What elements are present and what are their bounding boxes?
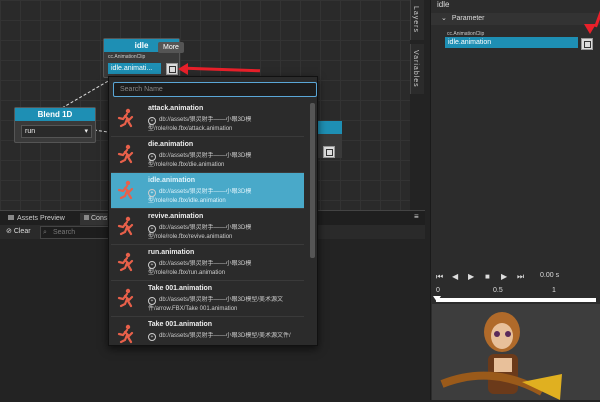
tick-0-5: 0.5 [493, 287, 503, 294]
db-icon: + [148, 225, 156, 233]
item-name: Take 001.animation [148, 321, 213, 328]
item-path: + db://assets/狼灵射手——小眼3D模型/role/role.fbx/… [148, 189, 252, 204]
search-icon: ⌕ [43, 229, 47, 236]
asset-picker-icon[interactable] [166, 63, 178, 75]
tab-variables[interactable]: Variables [410, 44, 424, 94]
asset-picker-icon-2[interactable] [323, 146, 335, 158]
prev-frame-icon[interactable]: ◀ [452, 272, 458, 281]
chevron-down-icon: ⌄ [441, 15, 447, 22]
parameter-section-header[interactable]: ⌄ Parameter [431, 13, 600, 25]
inspector-clip-field[interactable]: idle.animation [445, 37, 578, 48]
first-frame-icon[interactable]: ⏮ [436, 272, 443, 282]
running-animation-icon [116, 108, 136, 128]
item-name: revive.animation [148, 213, 204, 220]
db-icon: + [148, 189, 156, 197]
clear-button[interactable]: ⊘ Clear [6, 227, 31, 235]
item-name: attack.animation [148, 105, 204, 112]
more-tooltip: More [158, 42, 184, 53]
hidden-node-header [316, 121, 342, 134]
item-path: + db://assets/狼灵射手——小眼3D模型/role/role.fbx/… [148, 225, 252, 240]
idle-node-clip-field[interactable]: idle.animati... [108, 63, 161, 74]
dropdown-item[interactable]: idle.animation + db://assets/狼灵射手——小眼3D模型/… [111, 173, 304, 209]
running-animation-icon [116, 216, 136, 236]
next-frame-icon[interactable]: ▶ [501, 272, 507, 281]
dropdown-item[interactable]: die.animation + db://assets/狼灵射手——小眼3D模型/r… [111, 137, 304, 173]
blend-node-title: Blend 1D [15, 108, 95, 121]
tick-0: 0 [436, 287, 440, 294]
stop-icon[interactable]: ■ [485, 272, 490, 281]
item-path: + db://assets/狼灵射手——小眼3D模型/role/role.fbx/… [148, 153, 252, 168]
assets-icon [8, 215, 14, 220]
search-name-input[interactable]: Search Name [113, 82, 317, 97]
blend-param-value: run [25, 128, 36, 135]
item-name: run.animation [148, 249, 195, 256]
running-animation-icon [116, 144, 136, 164]
tab-assets-preview[interactable]: Assets Preview [4, 213, 69, 225]
play-icon[interactable]: ▶ [468, 272, 474, 281]
tick-1: 1 [552, 287, 556, 294]
last-frame-icon[interactable]: ⏭ [517, 272, 524, 282]
running-animation-icon [116, 324, 136, 344]
item-name: Take 001.animation [148, 285, 213, 292]
db-icon: + [148, 261, 156, 269]
timeline-ruler[interactable] [436, 298, 596, 302]
item-path: + db://assets/狼灵射手——小眼3D模型/role/role.fbx/… [148, 261, 252, 276]
db-icon: + [148, 153, 156, 161]
inspector-picker-icon[interactable] [581, 38, 593, 50]
running-animation-icon [116, 180, 136, 200]
running-animation-icon [116, 288, 136, 308]
tab-console[interactable]: Cons [80, 213, 112, 225]
dropdown-item[interactable]: Take 001.animation + db://assets/狼灵射手——小眼3… [111, 317, 306, 345]
console-icon [84, 215, 89, 220]
item-name: idle.animation [148, 177, 196, 184]
dropdown-item[interactable]: attack.animation + db://assets/狼灵射手——小眼3D模… [111, 101, 304, 137]
db-icon: + [148, 117, 156, 125]
annotation-arrowhead-2 [584, 24, 596, 34]
dropdown-item[interactable]: Take 001.animation + db://assets/狼灵射手——小眼3… [111, 281, 304, 317]
asset-picker-dropdown: Search Name attack.animation + db://assets… [108, 76, 318, 346]
db-icon: + [148, 333, 156, 341]
current-time: 0.00 s [540, 272, 560, 279]
animation-preview-viewport[interactable] [432, 304, 600, 400]
blend-param-select[interactable]: run ▾ [21, 125, 92, 138]
item-path: + db://assets/狼灵射手——小眼3D模型/美术源文件/arrow.FB… [148, 297, 284, 312]
running-animation-icon [116, 252, 136, 272]
db-icon: + [148, 297, 156, 305]
item-path: + db://assets/狼灵射手——小眼3D模型/美术源文件/ [148, 332, 306, 345]
item-path: + db://assets/狼灵射手——小眼3D模型/role/role.fbx/… [148, 117, 252, 132]
menu-icon[interactable]: ≡ [414, 212, 419, 221]
blend-1d-node[interactable]: Blend 1D run ▾ [14, 107, 96, 143]
dropdown-scrollbar[interactable] [310, 103, 315, 258]
playhead-icon[interactable] [433, 296, 441, 302]
chevron-down-icon: ▾ [84, 128, 88, 135]
dropdown-item[interactable]: run.animation + db://assets/狼灵射手——小眼3D模型/r… [111, 245, 304, 281]
character-preview-image [440, 312, 562, 400]
item-name: die.animation [148, 141, 194, 148]
tab-layers[interactable]: Layers [410, 0, 424, 40]
dropdown-item[interactable]: revive.animation + db://assets/狼灵射手——小眼3D模… [111, 209, 304, 245]
inspector-title: idle [437, 0, 450, 9]
annotation-arrowhead [178, 63, 188, 75]
idle-node-field-label: cc.AnimationClip [108, 54, 146, 60]
